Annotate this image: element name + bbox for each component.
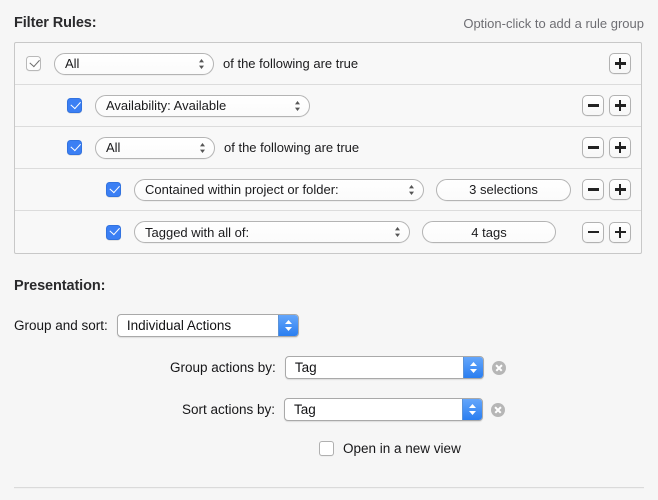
add-rule-button[interactable]: [609, 221, 631, 243]
remove-rule-button[interactable]: [582, 137, 604, 158]
chevron-up-down-icon: [295, 100, 300, 111]
bottom-divider: [14, 487, 644, 489]
rule-condition-select[interactable]: Contained within project or folder:: [134, 178, 424, 201]
add-rule-button[interactable]: [609, 95, 631, 116]
rule-group-hint: Option-click to add a rule group: [463, 15, 644, 31]
chevron-up-down-icon: [200, 142, 205, 153]
clear-sort-actions-by-button[interactable]: [491, 402, 506, 417]
chevron-up-down-icon: [395, 227, 400, 237]
add-rule-button[interactable]: [609, 137, 631, 158]
sort-actions-by-value: Tag: [294, 402, 316, 417]
rule-row-buttons: [577, 95, 631, 116]
rule-operator-select[interactable]: All: [54, 52, 214, 75]
plus-icon: [614, 100, 626, 111]
rule-condition-label: Tagged with all of:: [145, 224, 250, 240]
minus-icon: [587, 142, 599, 153]
presentation-title: Presentation:: [14, 278, 106, 294]
clear-group-actions-by-button[interactable]: [491, 360, 506, 375]
sort-actions-by-label: Sort actions by:: [182, 402, 276, 417]
minus-icon: [587, 184, 599, 195]
rule-row: Contained within project or folder: 3 se…: [15, 169, 641, 211]
rule-trailing-text: of the following are true: [224, 140, 360, 155]
page-title: Filter Rules:: [14, 15, 97, 31]
rule-operator-label: All: [65, 56, 80, 71]
open-new-view-checkbox[interactable]: [319, 441, 334, 456]
filter-rules-box: All of the following are true Availabili…: [14, 42, 642, 254]
group-and-sort-row: Group and sort: Individual Actions: [14, 314, 299, 337]
rule-row-buttons: [577, 137, 631, 158]
group-actions-by-value: Tag: [294, 360, 317, 375]
rule-condition-select[interactable]: Availability: Available: [95, 94, 310, 117]
group-and-sort-value: Individual Actions: [126, 318, 232, 333]
rule-row-buttons: [604, 53, 631, 74]
plus-icon: [614, 142, 626, 153]
add-rule-button[interactable]: [609, 179, 631, 200]
remove-rule-button[interactable]: [582, 95, 604, 116]
rule-row-buttons: [577, 221, 631, 243]
rule-enabled-checkbox[interactable]: [67, 140, 82, 155]
rule-row: Tagged with all of: 4 tags: [15, 211, 641, 253]
rule-condition-select[interactable]: Tagged with all of:: [134, 221, 410, 243]
chevron-up-down-icon: [462, 399, 483, 420]
minus-icon: [587, 100, 599, 111]
minus-icon: [587, 227, 599, 238]
plus-icon: [614, 58, 626, 69]
chevron-up-down-icon: [462, 357, 483, 378]
rule-value-button[interactable]: 4 tags: [422, 221, 556, 243]
rule-row: Availability: Available: [15, 85, 641, 127]
group-actions-by-select[interactable]: Tag: [284, 356, 484, 379]
rule-enabled-checkbox[interactable]: [106, 182, 121, 197]
sort-actions-by-row: Sort actions by: Tag: [182, 398, 506, 421]
plus-icon: [614, 184, 626, 195]
rule-row-buttons: [577, 179, 631, 200]
open-new-view-row[interactable]: Open in a new view: [319, 441, 461, 456]
rule-condition-label: Contained within project or folder:: [145, 182, 339, 197]
rule-enabled-checkbox[interactable]: [26, 56, 41, 71]
rule-condition-label: Availability: Available: [106, 98, 227, 113]
rule-enabled-checkbox[interactable]: [106, 224, 121, 240]
rule-enabled-checkbox[interactable]: [67, 98, 82, 113]
group-and-sort-label: Group and sort:: [14, 318, 108, 333]
rule-trailing-text: of the following are true: [223, 56, 359, 71]
group-actions-by-label: Group actions by:: [170, 360, 276, 375]
rule-operator-label: All: [106, 140, 121, 155]
rule-operator-select[interactable]: All: [95, 136, 215, 159]
open-new-view-label: Open in a new view: [343, 441, 461, 456]
add-rule-button[interactable]: [609, 53, 631, 74]
rule-row: All of the following are true: [15, 43, 641, 85]
rule-value-button[interactable]: 3 selections: [436, 178, 571, 201]
plus-icon: [614, 226, 626, 238]
chevron-up-down-icon: [277, 315, 298, 336]
group-actions-by-row: Group actions by: Tag: [170, 356, 506, 379]
remove-rule-button[interactable]: [582, 179, 604, 200]
sort-actions-by-select[interactable]: Tag: [284, 398, 484, 421]
chevron-up-down-icon: [409, 184, 414, 195]
group-and-sort-select[interactable]: Individual Actions: [116, 314, 299, 337]
remove-rule-button[interactable]: [582, 221, 604, 243]
chevron-up-down-icon: [199, 58, 204, 69]
filter-rules-header: Filter Rules: Option-click to add a rule…: [0, 12, 658, 34]
rule-row: All of the following are true: [15, 127, 641, 169]
